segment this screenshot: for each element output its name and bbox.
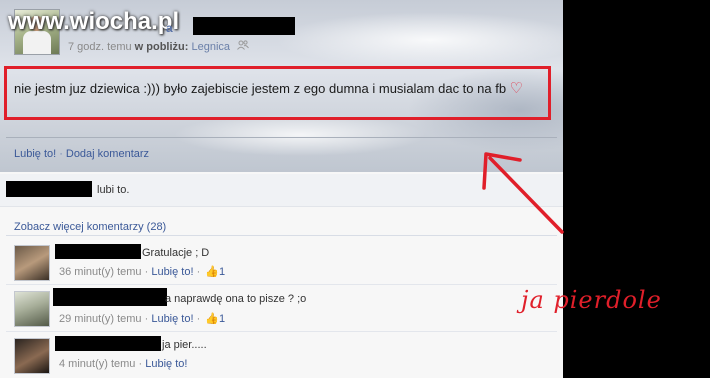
comment-like-count[interactable]: 1: [219, 313, 225, 325]
view-more-comments-link[interactable]: Zobacz więcej komentarzy (28): [14, 221, 166, 233]
annotation-text: ja pierdole: [521, 286, 662, 314]
people-icon: [237, 40, 250, 53]
meta-dot: ·: [196, 313, 201, 325]
action-separator: ·: [59, 148, 63, 160]
comment-meta: 29 minut(y) temu · Lubię to! · 👍1: [59, 312, 225, 325]
comment-time[interactable]: 36 minut(y) temu: [59, 266, 142, 278]
post-message-text: nie jestm juz dziewica :))) było zajebis…: [14, 81, 507, 96]
like-link[interactable]: Lubię to!: [14, 148, 56, 160]
comment-text: ja pier.....: [162, 339, 207, 351]
likes-suffix: lubi to.: [97, 184, 130, 196]
redacted-author-name: [193, 17, 295, 35]
redacted-commenter-name: [53, 288, 167, 306]
near-label: w pobliżu:: [134, 41, 189, 53]
author-name-fragment[interactable]: a: [166, 21, 173, 35]
redacted-commenter-name: [55, 244, 141, 259]
redacted-liker-name: [6, 181, 92, 197]
meta-dot: ·: [144, 313, 149, 325]
comment-avatar[interactable]: [14, 245, 50, 281]
comment-text: a naprawdę ona to pisze ? ;o: [165, 293, 307, 305]
comment-separator: [6, 284, 557, 285]
post-actions: Lubię to! · Dodaj komentarz: [14, 148, 149, 160]
comment-avatar[interactable]: [14, 338, 50, 374]
comment-meta: 4 minut(y) temu · Lubię to!: [59, 358, 187, 370]
site-watermark: www.wiocha.pl: [8, 8, 180, 35]
comment-time[interactable]: 4 minut(y) temu: [59, 358, 135, 370]
redacted-commenter-name: [55, 336, 161, 351]
comment-like-link[interactable]: Lubię to!: [151, 313, 193, 325]
comment-avatar[interactable]: [14, 291, 50, 327]
thumb-up-icon: 👍: [205, 313, 220, 325]
heart-icon: ♡: [509, 80, 524, 97]
comment-like-count[interactable]: 1: [219, 266, 225, 278]
add-comment-link[interactable]: Dodaj komentarz: [66, 148, 149, 160]
post-message: nie jestm juz dziewica :))) było zajebis…: [14, 79, 544, 99]
comment-like-link[interactable]: Lubię to!: [151, 266, 193, 278]
meta-dot: ·: [196, 266, 201, 278]
comment-time[interactable]: 29 minut(y) temu: [59, 313, 142, 325]
post-divider: [6, 137, 557, 138]
comment-meta: 36 minut(y) temu · Lubię to! · 👍1: [59, 265, 225, 278]
post-time[interactable]: 7 godz. temu: [68, 41, 132, 53]
comment-text: Gratulacje ; D: [142, 247, 210, 259]
meta-dot: ·: [144, 266, 149, 278]
annotation-arrow: [482, 152, 564, 234]
comment-like-link[interactable]: Lubię to!: [145, 358, 187, 370]
thumb-up-icon: 👍: [205, 266, 220, 278]
post-location[interactable]: Legnica: [191, 41, 230, 53]
comment-separator: [6, 331, 557, 332]
meta-dot: ·: [138, 358, 143, 370]
post-meta: 7 godz. temu w pobliżu: Legnica: [68, 40, 250, 53]
